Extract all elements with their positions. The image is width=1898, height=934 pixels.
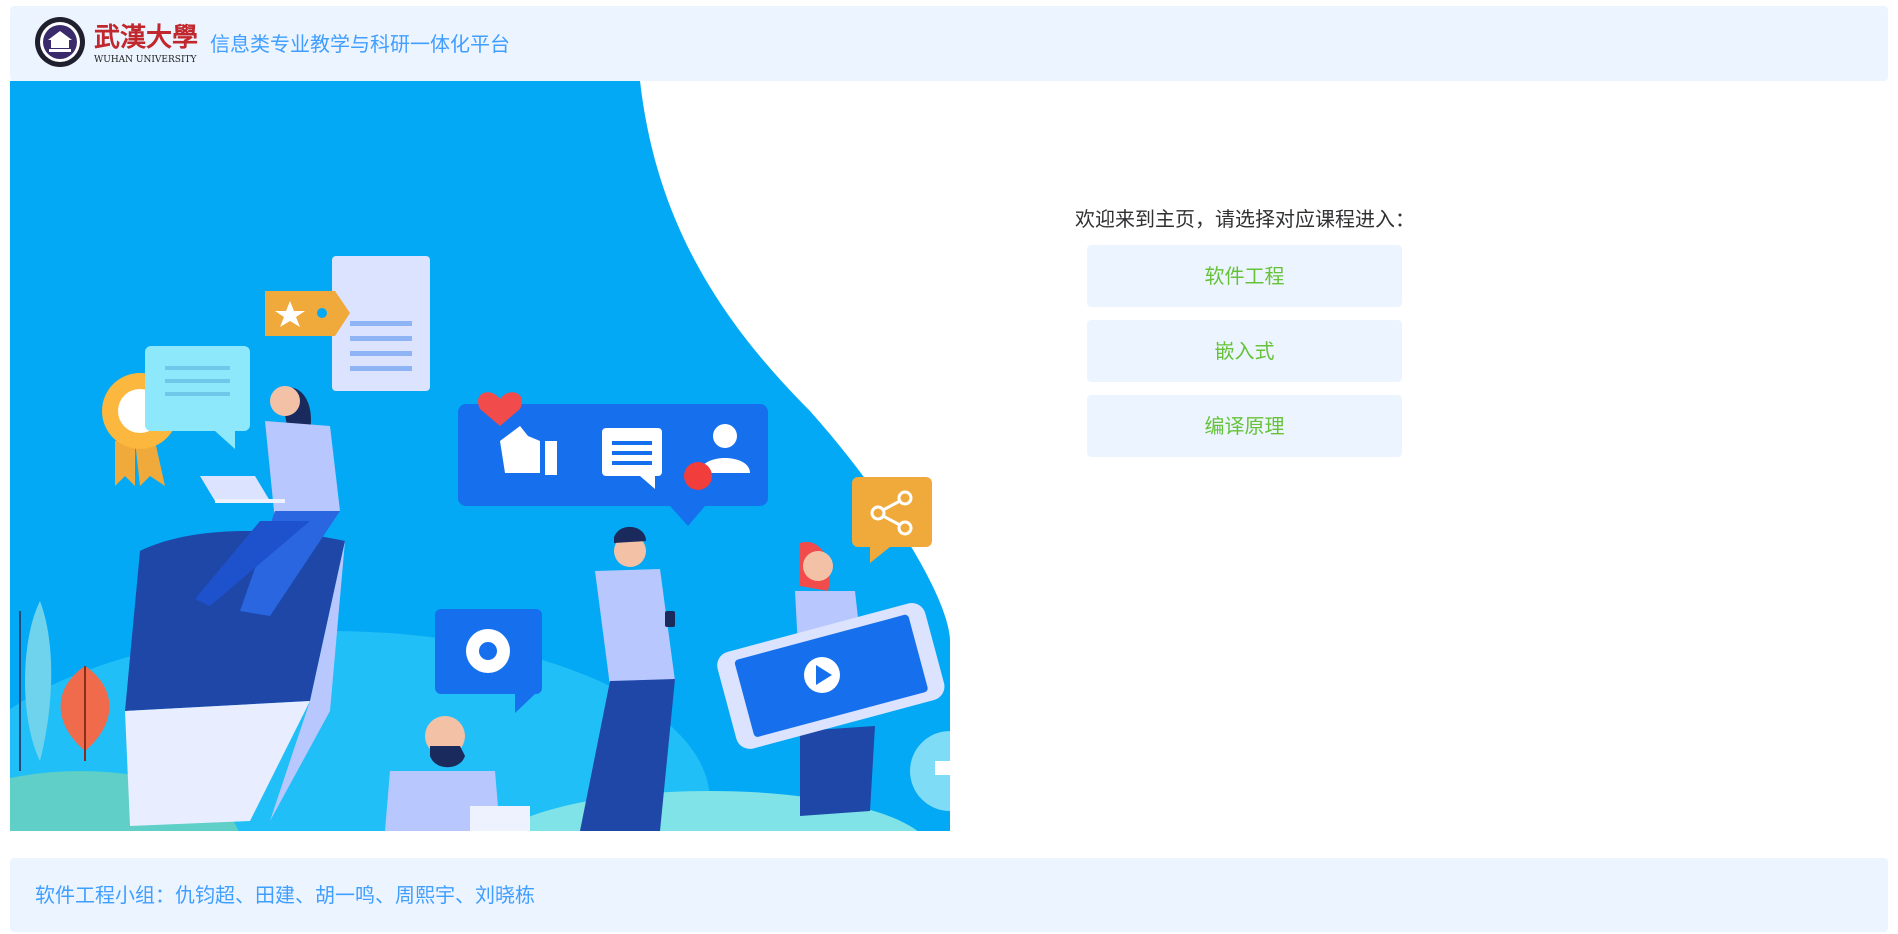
header-bar: 武漢大學 WUHAN UNIVERSITY 信息类专业教学与科研一体化平台 xyxy=(10,6,1888,81)
course-button-embedded[interactable]: 嵌入式 xyxy=(1087,320,1402,382)
university-seal-icon xyxy=(35,17,85,67)
welcome-text: 欢迎来到主页，请选择对应课程进入： xyxy=(1075,207,1415,231)
star-tag-icon xyxy=(265,291,350,336)
logo-english-text: WUHAN UNIVERSITY xyxy=(94,55,198,65)
document-icon xyxy=(332,256,430,391)
social-panel-illustration xyxy=(458,392,768,526)
play-icon xyxy=(804,657,840,693)
university-logo: 武漢大學 WUHAN UNIVERSITY xyxy=(35,17,198,67)
platform-title: 信息类专业教学与科研一体化平台 xyxy=(210,32,510,56)
logo-chinese-text: 武漢大學 xyxy=(94,23,198,53)
team-members-text: 软件工程小组：仇钧超、田建、胡一鸣、周熙宇、刘晓栋 xyxy=(35,883,535,907)
course-button-software-engineering[interactable]: 软件工程 xyxy=(1087,245,1402,307)
course-button-compiler-principles[interactable]: 编译原理 xyxy=(1087,395,1402,457)
hero-illustration xyxy=(10,81,950,831)
footer-bar: 软件工程小组：仇钧超、田建、胡一鸣、周熙宇、刘晓栋 xyxy=(10,858,1888,932)
